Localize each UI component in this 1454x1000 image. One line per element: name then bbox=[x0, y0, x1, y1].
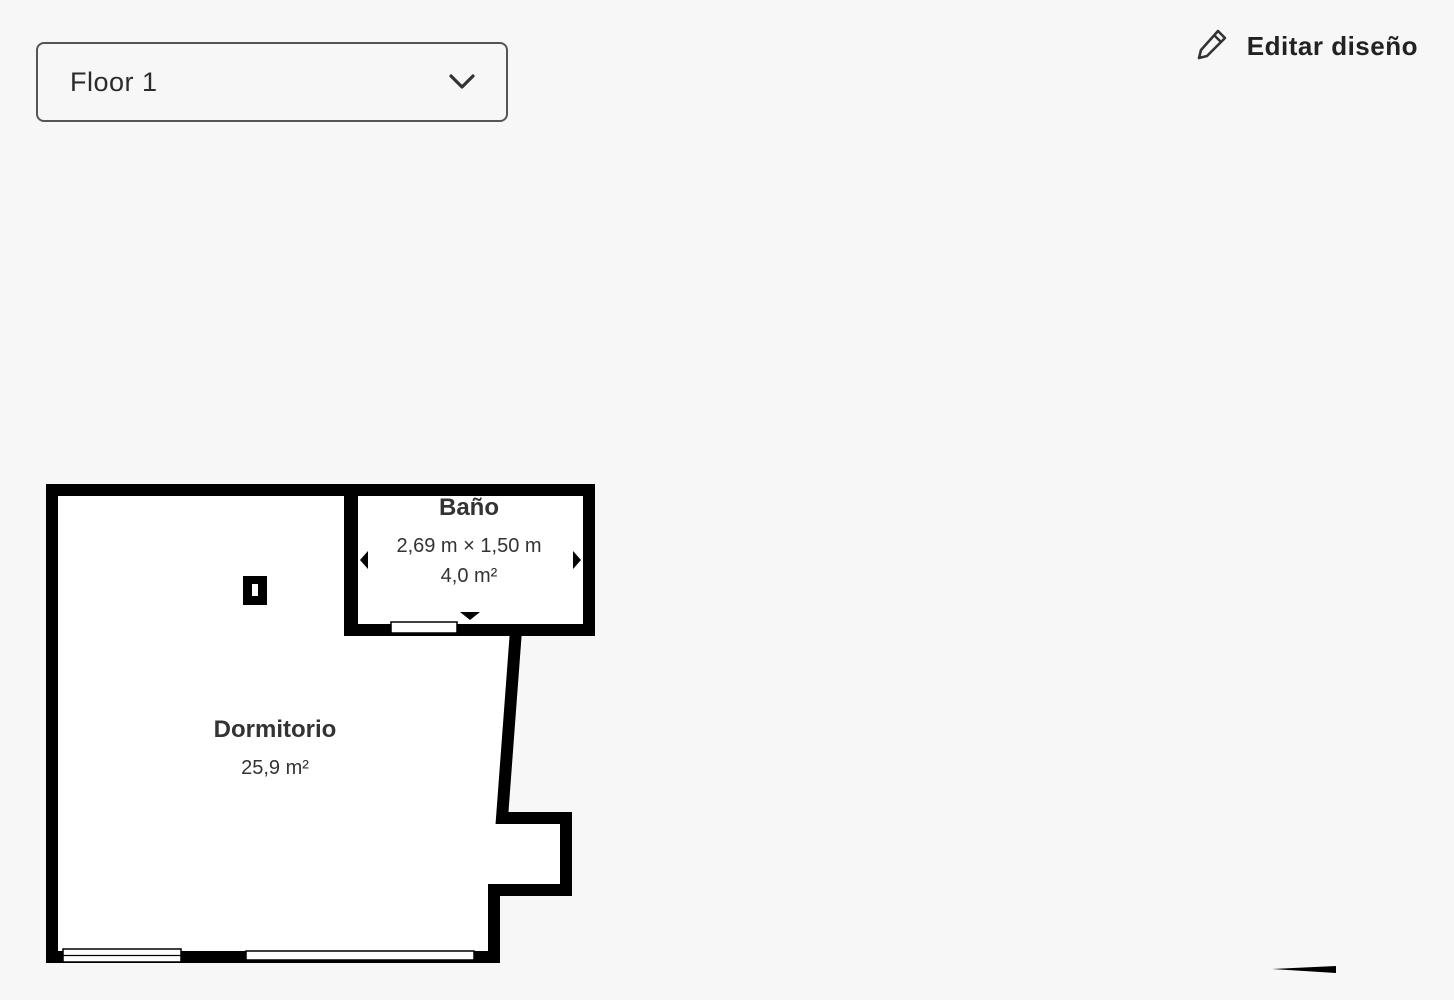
bathroom-door-opening bbox=[390, 621, 458, 634]
bano-name: Baño bbox=[439, 494, 499, 521]
bano-area: 4,0 m² bbox=[441, 565, 498, 587]
bottom-window-right bbox=[245, 950, 475, 961]
bano-dimensions: 2,69 m × 1,50 m bbox=[396, 535, 541, 557]
scale-bar bbox=[1272, 966, 1336, 973]
dormitorio-name: Dormitorio bbox=[214, 716, 337, 743]
fixture-marker bbox=[243, 576, 267, 605]
dormitorio-area: 25,9 m² bbox=[241, 757, 309, 779]
bottom-window-left bbox=[62, 948, 182, 963]
floor-plan: Baño 2,69 m × 1,50 m 4,0 m² Dormitorio 2… bbox=[46, 484, 1336, 973]
